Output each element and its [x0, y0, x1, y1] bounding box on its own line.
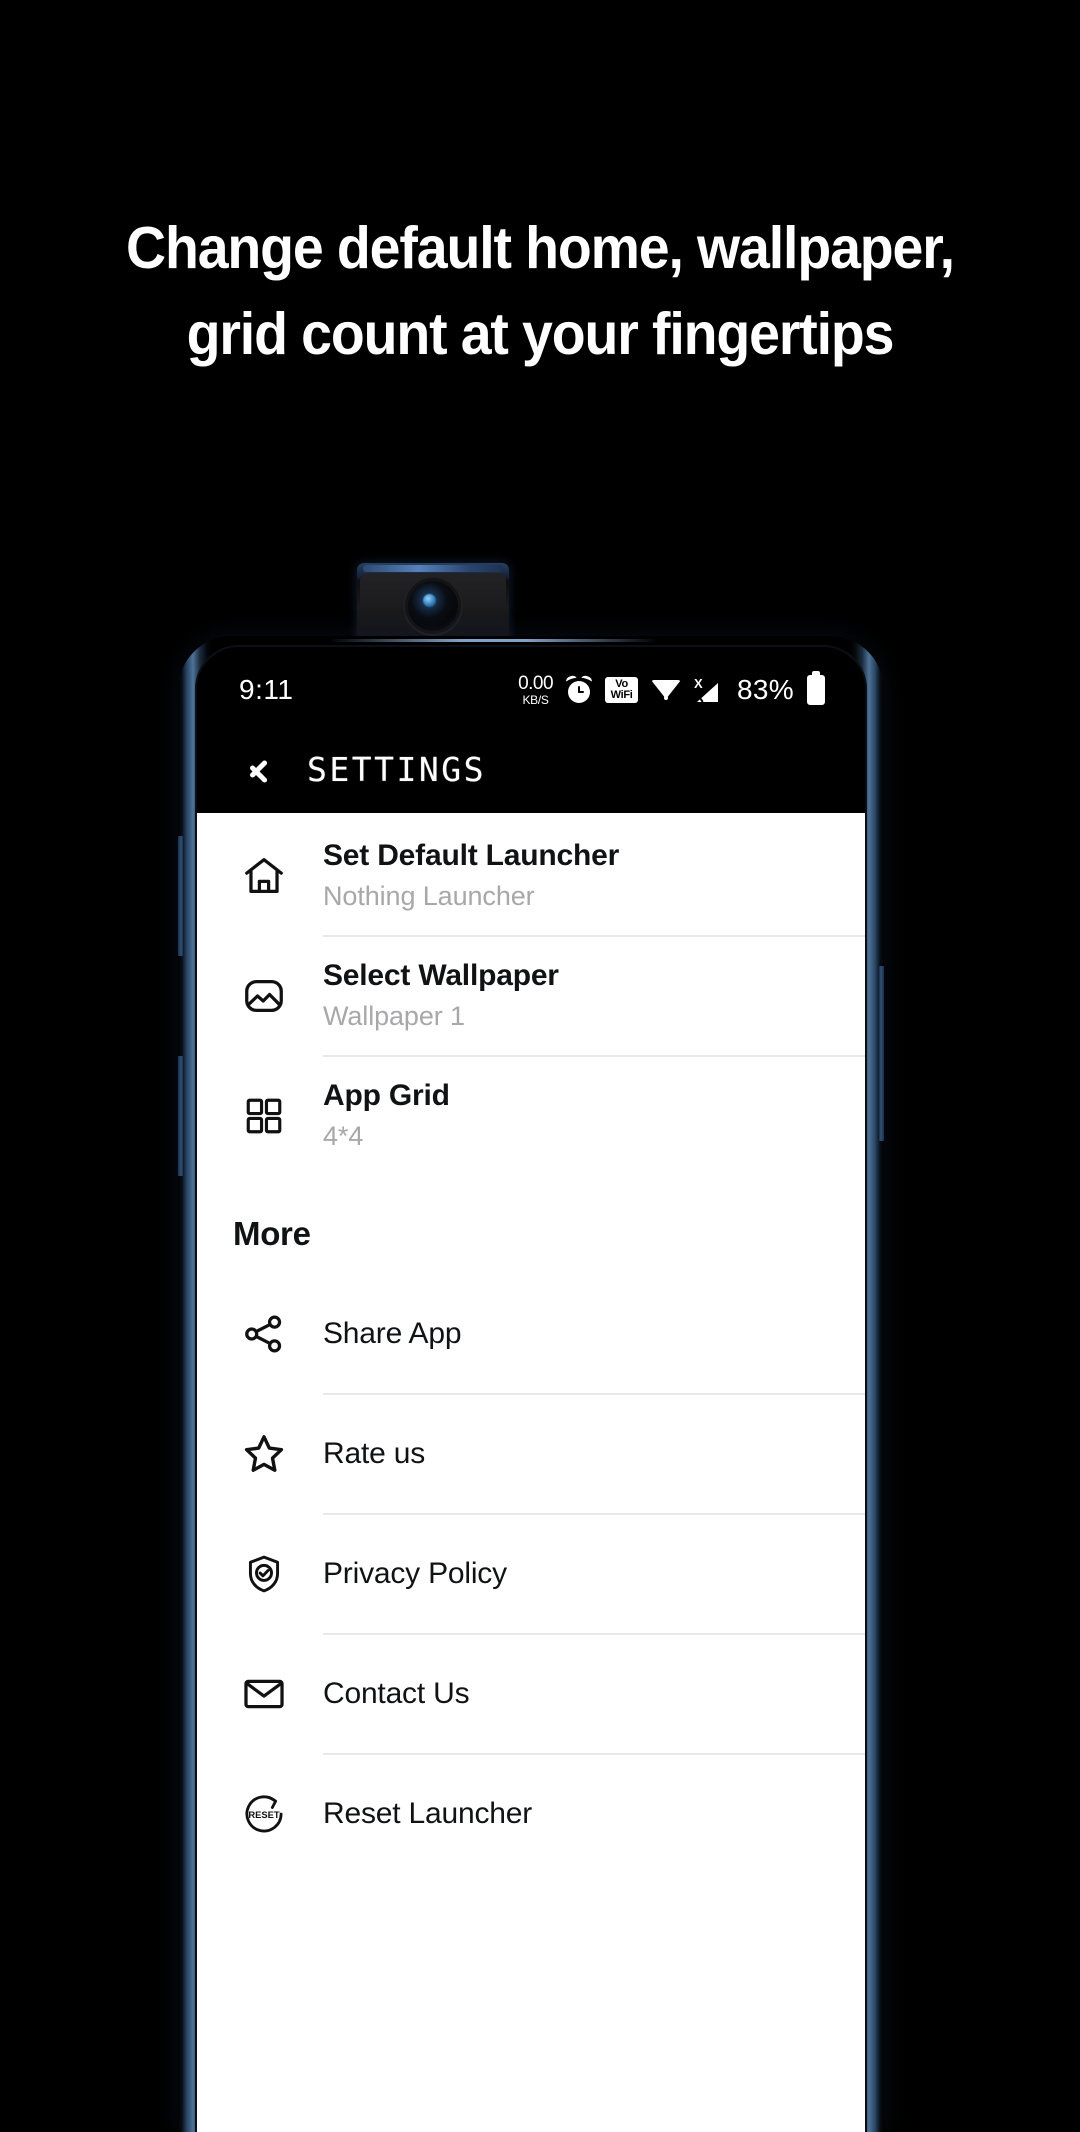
settings-row-text: Select Wallpaper Wallpaper 1	[323, 958, 589, 1034]
settings-row-text: Set Default Launcher Nothing Launcher	[323, 838, 649, 914]
vowifi-icon: Vo WiFi	[605, 677, 639, 703]
app-bar: SETTINGS	[197, 725, 865, 813]
settings-list: Set Default Launcher Nothing Launcher Se…	[197, 813, 865, 2132]
camera-lens-icon	[408, 580, 458, 631]
headline-line-2: grid count at your fingertips	[186, 301, 895, 367]
home-icon	[233, 845, 295, 907]
status-time: 9:11	[239, 674, 294, 705]
settings-row-select-wallpaper[interactable]: Select Wallpaper Wallpaper 1	[197, 937, 865, 1055]
power-button[interactable]	[878, 966, 884, 1141]
popup-camera-module	[357, 563, 509, 645]
more-row-text: Share App	[323, 1316, 491, 1353]
more-row-reset-launcher[interactable]: RESET Reset Launcher	[197, 1755, 865, 1873]
settings-row-title: Set Default Launcher	[323, 839, 620, 873]
star-icon	[233, 1423, 295, 1485]
network-speed-value: 0.00	[518, 673, 554, 694]
more-row-privacy-policy[interactable]: Privacy Policy	[197, 1515, 865, 1633]
network-speed-indicator: 0.00 KB/S	[518, 674, 553, 706]
volume-up-button[interactable]	[178, 836, 184, 956]
network-speed-unit: KB/S	[522, 693, 549, 707]
more-row-text: Rate us	[323, 1436, 455, 1473]
settings-row-subtitle: Nothing Launcher	[323, 880, 535, 911]
phone-frame: 9:11 0.00 KB/S Vo WiFi X 83% SETTINGS Se…	[178, 636, 884, 2132]
phone-top-highlight	[328, 639, 658, 642]
wifi-icon	[651, 678, 682, 702]
more-row-title: Share App	[323, 1316, 462, 1350]
more-row-text: Reset Launcher	[323, 1796, 562, 1833]
battery-percent-label: 83%	[737, 674, 794, 705]
back-chevron-icon[interactable]	[233, 747, 277, 791]
status-icons: 0.00 KB/S Vo WiFi X 83%	[518, 674, 825, 706]
signal-no-service-icon: X	[688, 676, 724, 703]
settings-row-title: App Grid	[323, 1079, 450, 1113]
alarm-clock-icon	[565, 674, 594, 703]
image-icon	[233, 965, 295, 1027]
more-row-rate-us[interactable]: Rate us	[197, 1395, 865, 1513]
settings-row-title: Select Wallpaper	[323, 959, 559, 993]
status-bar: 9:11 0.00 KB/S Vo WiFi X 83%	[197, 647, 865, 725]
more-row-title: Rate us	[323, 1436, 425, 1470]
settings-row-set-default-launcher[interactable]: Set Default Launcher Nothing Launcher	[197, 817, 865, 935]
reset-icon-label: RESET	[248, 1810, 279, 1820]
more-row-title: Reset Launcher	[323, 1796, 533, 1830]
reset-icon: RESET	[233, 1783, 295, 1845]
camera-top-strip	[363, 565, 503, 572]
volume-down-button[interactable]	[178, 1056, 184, 1176]
grid-icon	[233, 1085, 295, 1147]
shield-check-icon	[233, 1543, 295, 1605]
phone-screen: 9:11 0.00 KB/S Vo WiFi X 83% SETTINGS Se…	[197, 647, 865, 2132]
settings-row-app-grid[interactable]: App Grid 4*4	[197, 1057, 865, 1175]
battery-icon	[807, 675, 825, 705]
vowifi-label-bottom: WiFi	[610, 689, 633, 701]
more-row-contact-us[interactable]: Contact Us	[197, 1635, 865, 1753]
settings-row-subtitle: 4*4	[323, 1120, 364, 1151]
more-row-text: Contact Us	[323, 1676, 499, 1713]
share-icon	[233, 1303, 295, 1365]
promo-screenshot: Change default home, wallpaper, grid cou…	[0, 0, 1080, 2132]
envelope-icon	[233, 1663, 295, 1725]
app-bar-title: SETTINGS	[307, 749, 486, 789]
section-header-more: More	[233, 1215, 311, 1252]
headline-line-1: Change default home, wallpaper,	[126, 215, 955, 281]
more-row-title: Privacy Policy	[323, 1556, 507, 1590]
more-row-text: Privacy Policy	[323, 1556, 537, 1593]
more-row-title: Contact Us	[323, 1676, 470, 1710]
more-row-share-app[interactable]: Share App	[197, 1275, 865, 1393]
settings-row-text: App Grid 4*4	[323, 1078, 480, 1154]
settings-row-subtitle: Wallpaper 1	[323, 1000, 465, 1031]
page-title: Change default home, wallpaper, grid cou…	[32, 205, 1047, 377]
